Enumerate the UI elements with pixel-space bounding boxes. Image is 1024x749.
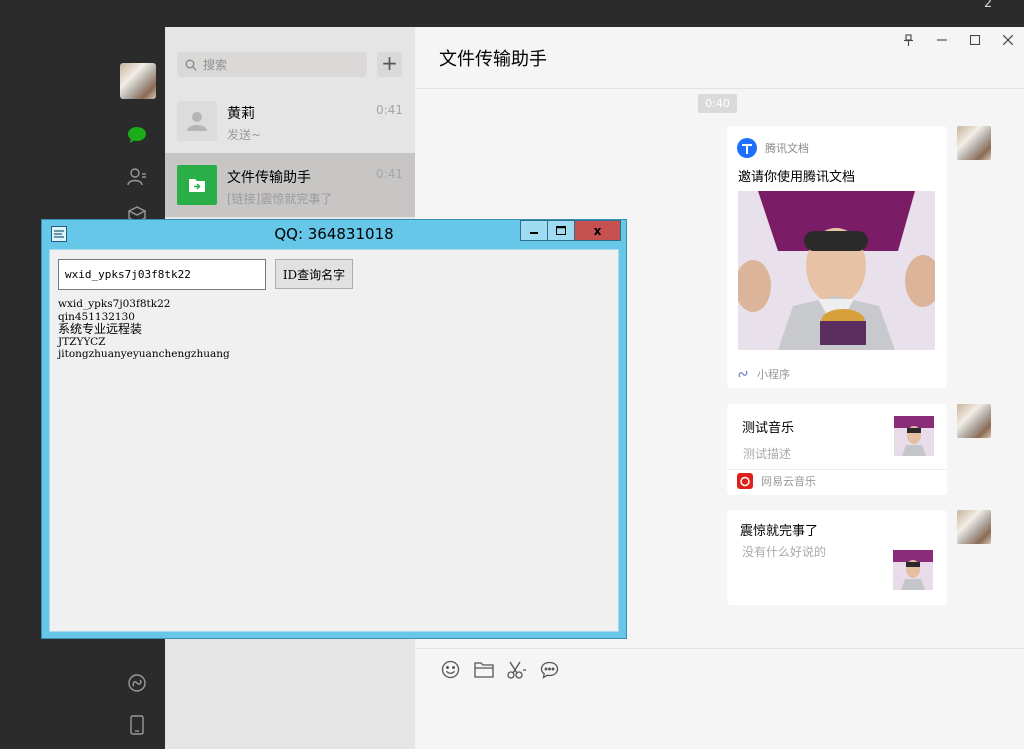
chat-preview: 发送~ bbox=[227, 128, 262, 142]
minimize-icon[interactable] bbox=[925, 27, 958, 53]
pin-icon[interactable] bbox=[892, 27, 925, 53]
add-chat-button[interactable]: + bbox=[377, 52, 402, 77]
default-avatar-icon bbox=[177, 101, 217, 141]
miniprogram-icon bbox=[738, 370, 748, 378]
chat-name: 黄莉 bbox=[227, 106, 255, 122]
message-avatar[interactable] bbox=[957, 510, 991, 544]
card-footer-text: 小程序 bbox=[757, 368, 790, 381]
chat-icon[interactable] bbox=[125, 123, 149, 147]
netease-music-icon bbox=[737, 473, 753, 489]
card-title: 测试音乐 bbox=[742, 421, 795, 436]
miniprogram-card[interactable]: 腾讯文档 邀请你使用腾讯文档 小程序 bbox=[727, 126, 947, 388]
chat-time: 0:41 bbox=[376, 103, 403, 117]
header-divider bbox=[415, 88, 1024, 89]
qq-titlebar: QQ: 364831018 x bbox=[42, 220, 626, 248]
card-image bbox=[738, 191, 935, 350]
message-avatar[interactable] bbox=[957, 126, 991, 160]
miniprogram-icon[interactable] bbox=[125, 671, 149, 695]
minimize-icon[interactable] bbox=[520, 220, 548, 241]
card-footer: 小程序 bbox=[737, 366, 790, 382]
chat-time: 0:41 bbox=[376, 167, 403, 181]
qq-tool-window: QQ: 364831018 x ID查询名字 wxid_ypks7j03f8tk… bbox=[41, 219, 627, 639]
close-icon[interactable] bbox=[991, 27, 1024, 53]
result-line: wxid_ypks7j03f8tk22 bbox=[58, 298, 171, 310]
message-avatar[interactable] bbox=[957, 404, 991, 438]
close-button[interactable]: x bbox=[574, 220, 621, 241]
folder-icon[interactable] bbox=[473, 659, 494, 680]
search-placeholder: 搜索 bbox=[203, 58, 228, 72]
tencent-docs-icon bbox=[737, 138, 757, 158]
file-transfer-icon bbox=[177, 165, 217, 205]
card-divider bbox=[727, 469, 947, 470]
music-thumbnail bbox=[894, 416, 934, 456]
search-box[interactable]: 搜索 bbox=[177, 52, 367, 77]
result-line: jitongzhuanyeyuanchengzhuang bbox=[58, 348, 230, 360]
chat-item-huangli[interactable]: 黄莉 0:41 发送~ bbox=[165, 89, 415, 153]
link-card[interactable]: 震惊就完事了 没有什么好说的 bbox=[727, 510, 947, 605]
chat-name: 文件传输助手 bbox=[227, 170, 311, 186]
contacts-icon[interactable] bbox=[125, 165, 149, 189]
window-controls bbox=[892, 27, 1024, 53]
card-footer-text: 网易云音乐 bbox=[761, 475, 816, 488]
card-title: 震惊就完事了 bbox=[740, 524, 819, 539]
input-toolbar bbox=[440, 659, 560, 680]
emoji-icon[interactable] bbox=[440, 659, 461, 680]
maximize-icon[interactable] bbox=[958, 27, 991, 53]
search-icon bbox=[185, 59, 197, 71]
result-line: JTZYYCZ bbox=[58, 335, 106, 348]
chat-title: 文件传输助手 bbox=[439, 49, 547, 70]
card-app-name: 腾讯文档 bbox=[765, 142, 809, 155]
message-timestamp: 0:40 bbox=[698, 94, 737, 113]
results-list: wxid_ypks7j03f8tk22 qin451132130 系统专业远程装… bbox=[58, 298, 230, 361]
card-desc: 测试描述 bbox=[743, 447, 792, 461]
phone-icon[interactable] bbox=[125, 713, 149, 737]
chat-item-file-transfer[interactable]: 文件传输助手 0:41 [链接]震惊就完事了 bbox=[165, 153, 415, 217]
maximize-icon[interactable] bbox=[547, 220, 575, 241]
music-card[interactable]: 测试音乐 测试描述 网易云音乐 bbox=[727, 404, 947, 495]
card-app-row: 腾讯文档 bbox=[737, 138, 809, 158]
chat-preview: [链接]震惊就完事了 bbox=[227, 192, 333, 206]
card-footer: 网易云音乐 bbox=[737, 473, 816, 489]
result-line: 系统专业远程装 bbox=[58, 322, 143, 336]
chat-bubble-icon[interactable] bbox=[539, 659, 560, 680]
qq-body: ID查询名字 wxid_ypks7j03f8tk22 qin451132130 … bbox=[49, 249, 619, 632]
link-thumbnail bbox=[893, 550, 933, 590]
desktop-number: 2 bbox=[984, 0, 993, 11]
query-name-button[interactable]: ID查询名字 bbox=[275, 259, 353, 289]
card-desc: 没有什么好说的 bbox=[742, 545, 827, 559]
wxid-input[interactable] bbox=[58, 259, 266, 290]
card-title: 邀请你使用腾讯文档 bbox=[738, 170, 856, 185]
scissors-icon[interactable] bbox=[506, 659, 527, 680]
user-avatar[interactable] bbox=[120, 63, 156, 99]
input-divider bbox=[415, 648, 1024, 649]
